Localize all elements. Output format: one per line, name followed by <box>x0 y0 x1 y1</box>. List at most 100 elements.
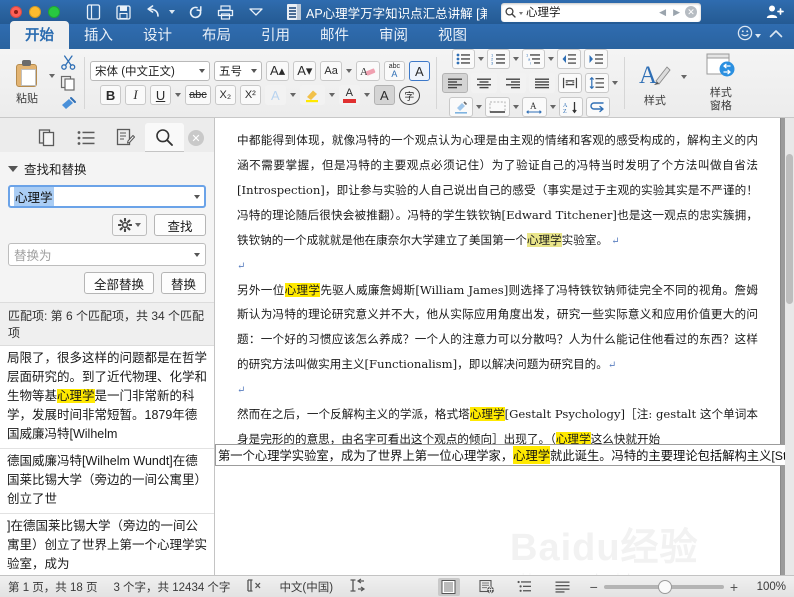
track-changes-icon[interactable] <box>349 578 366 596</box>
shrink-font-button[interactable]: A▾ <box>293 61 317 81</box>
customize-toolbar-icon[interactable] <box>246 3 265 22</box>
line-spacing-icon[interactable] <box>584 73 609 93</box>
bold-button[interactable]: B <box>100 85 122 105</box>
smiley-dropdown-caret[interactable] <box>755 33 761 38</box>
scissors-icon[interactable] <box>57 53 79 71</box>
strikethrough-button[interactable]: abc <box>185 85 211 105</box>
find-button[interactable]: 查找 <box>154 214 206 236</box>
ribbon-tab-insert[interactable]: 插入 <box>69 21 128 49</box>
character-border-button[interactable]: A <box>408 61 430 81</box>
zoom-level[interactable]: 100% <box>754 581 786 593</box>
replace-input[interactable]: 替换为 <box>8 243 206 266</box>
find-replace-section-header[interactable]: 查找和替换 <box>0 152 214 183</box>
font-color-icon[interactable]: A <box>338 85 360 105</box>
search-clear-button[interactable]: ✕ <box>685 6 697 18</box>
ribbon-tab-home[interactable]: 开始 <box>10 21 69 49</box>
document-paragraph[interactable]: 另外一位心理学先驱人威廉詹姆斯[William James]则选择了冯特铁钦钠师… <box>237 278 758 378</box>
zoom-slider[interactable]: − + <box>590 579 738 595</box>
bullet-list-icon[interactable] <box>451 49 475 69</box>
proofing-errors-icon[interactable] <box>246 578 263 595</box>
clear-formatting-icon[interactable]: A <box>355 61 380 81</box>
search-result-item[interactable]: ]在德国莱比锡大学（旁边的一间公寓里）创立了世界上第一个心理学实验室，成为 <box>0 514 214 575</box>
styles-button[interactable]: A 样式 <box>629 59 681 108</box>
minimize-window-button[interactable] <box>29 6 41 18</box>
justify-icon[interactable] <box>528 73 555 93</box>
format-painter-icon[interactable] <box>57 95 79 113</box>
word-count[interactable]: 3 个字，共 12434 个字 <box>113 579 230 595</box>
language-status[interactable]: 中文(中国) <box>279 579 333 595</box>
replace-button[interactable]: 替换 <box>160 272 206 294</box>
find-input[interactable]: 心理学 <box>8 185 206 208</box>
highlight-caret[interactable] <box>328 93 335 97</box>
font-size-combobox[interactable]: 五号 <box>214 61 262 81</box>
zoom-track[interactable] <box>603 579 724 594</box>
font-name-caret[interactable] <box>199 69 205 73</box>
maximize-window-button[interactable] <box>48 6 60 18</box>
borders-icon[interactable] <box>485 97 511 117</box>
ribbon-tab-mailings[interactable]: 邮件 <box>305 21 364 49</box>
character-shading-button[interactable]: 字 <box>398 85 420 105</box>
scrollbar-thumb[interactable] <box>786 154 793 304</box>
search-result-item[interactable]: 局限了，很多这样的问题都是在哲学层面研究的。到了近代物理、化学和生物等基心理学是… <box>0 346 214 449</box>
decrease-indent-icon[interactable] <box>556 49 581 69</box>
view-print-layout-icon[interactable] <box>437 577 460 596</box>
search-box[interactable]: ◀ ▶ ✕ <box>501 2 701 22</box>
vertical-scrollbar[interactable] <box>785 118 794 575</box>
document-paragraph[interactable]: ↵ <box>237 377 758 402</box>
align-center-icon[interactable] <box>470 73 497 93</box>
view-draft-icon[interactable] <box>552 578 574 596</box>
zoom-out-button[interactable]: − <box>590 579 598 595</box>
ribbon-tab-review[interactable]: 审阅 <box>364 21 423 49</box>
print-icon[interactable] <box>216 3 235 22</box>
zoom-in-button[interactable]: + <box>730 579 738 595</box>
multilevel-list-icon[interactable]: 1ai <box>521 49 545 69</box>
ribbon-tab-references[interactable]: 引用 <box>246 21 305 49</box>
find-settings-button[interactable] <box>112 214 147 236</box>
multilevel-list-caret[interactable] <box>547 57 554 61</box>
ribbon-tab-design[interactable]: 设计 <box>128 21 187 49</box>
expand-collapse-triangle-icon[interactable] <box>8 165 18 172</box>
text-direction-icon[interactable]: A <box>522 97 548 117</box>
grow-font-button[interactable]: A▴ <box>266 61 290 81</box>
search-results-list[interactable]: 局限了，很多这样的问题都是在哲学层面研究的。到了近代物理、化学和生物等基心理学是… <box>0 346 214 575</box>
text-effects-caret[interactable] <box>289 93 296 97</box>
search-prev-button[interactable]: ◀ <box>657 7 668 18</box>
styles-caret[interactable] <box>680 75 687 79</box>
underline-button[interactable]: U <box>150 85 172 105</box>
replace-all-button[interactable]: 全部替换 <box>83 272 154 294</box>
document-paragraph[interactable]: 中都能得到体现，就像冯特的一个观点认为心理是由主观的情绪和客观的感受构成的，解构… <box>237 128 758 253</box>
sidebar-close-button[interactable]: ✕ <box>188 130 204 146</box>
sidebar-tab-thumbnails[interactable] <box>28 123 67 152</box>
font-color-caret[interactable] <box>363 93 370 97</box>
underline-caret[interactable] <box>175 93 182 97</box>
show-paragraph-marks-icon[interactable] <box>586 97 611 117</box>
search-result-item[interactable]: 德国威廉冯特[Wilhelm Wundt]在德国莱比锡大学（旁边的一间公寓里）创… <box>0 449 214 514</box>
borders-caret[interactable] <box>513 105 520 109</box>
share-user-icon[interactable] <box>766 4 784 20</box>
distribute-icon[interactable] <box>557 73 582 93</box>
replace-history-caret[interactable] <box>194 252 200 257</box>
text-direction-caret[interactable] <box>550 105 557 109</box>
save-icon[interactable] <box>114 3 133 22</box>
increase-indent-icon[interactable] <box>583 49 608 69</box>
find-history-caret[interactable] <box>194 194 200 199</box>
find-settings-caret[interactable] <box>135 223 141 227</box>
search-input[interactable] <box>526 6 655 18</box>
paste-dropdown-caret[interactable] <box>49 74 55 78</box>
zoom-thumb[interactable] <box>657 579 672 594</box>
document-canvas[interactable]: 中都能得到体现，就像冯特的一个观点认为心理是由主观的情绪和客观的感受构成的，解构… <box>215 118 794 575</box>
change-case-caret[interactable] <box>345 69 352 73</box>
numbered-list-caret[interactable] <box>512 57 519 61</box>
bullet-list-caret[interactable] <box>477 57 484 61</box>
document-page[interactable]: 中都能得到体现，就像冯特的一个观点认为心理是由主观的情绪和客观的感受构成的，解构… <box>215 118 780 575</box>
styles-pane-button[interactable]: 样式 窗格 <box>695 53 747 112</box>
change-case-button[interactable]: Aa <box>320 61 342 81</box>
line-spacing-caret[interactable] <box>611 81 618 85</box>
ribbon-tab-layout[interactable]: 布局 <box>187 21 246 49</box>
highlight-icon[interactable] <box>299 85 325 105</box>
sort-icon[interactable]: AZ <box>559 97 584 117</box>
font-size-caret[interactable] <box>251 69 257 73</box>
text-shading-button[interactable]: A <box>373 85 395 105</box>
shading-icon[interactable] <box>449 97 474 117</box>
italic-button[interactable]: I <box>125 85 147 105</box>
